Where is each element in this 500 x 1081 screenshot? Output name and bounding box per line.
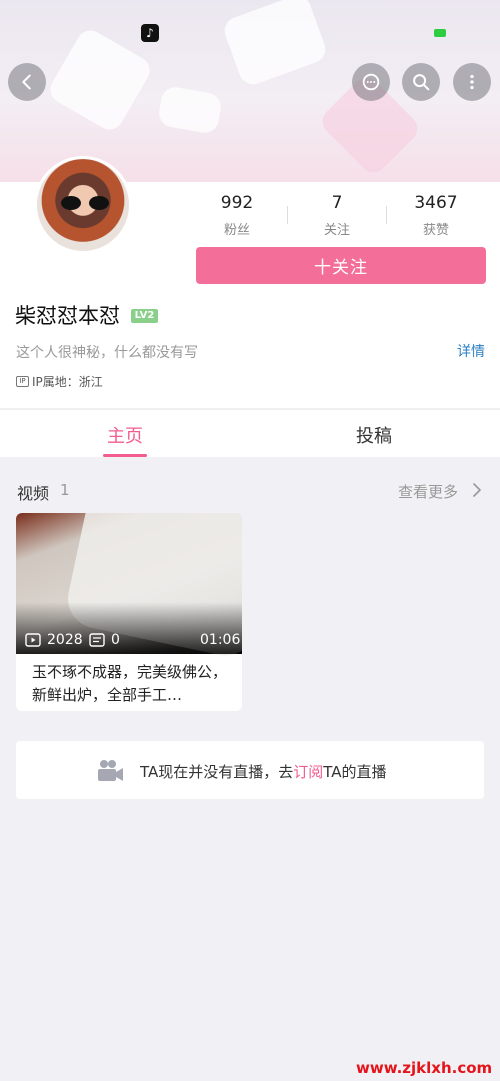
tab-home[interactable]: 主页 <box>107 422 143 448</box>
username: 柴怼怼本怼 <box>15 304 120 328</box>
comment-icon <box>89 633 105 647</box>
battery-icon <box>434 29 446 37</box>
live-prefix: TA现在并没有直播，去 <box>140 763 294 781</box>
videos-section-title: 视频 <box>17 484 50 503</box>
avatar[interactable] <box>34 156 132 254</box>
see-more-link[interactable]: 查看更多 <box>398 481 458 502</box>
stat-likes-label: 获赞 <box>422 223 449 238</box>
tab-submissions[interactable]: 投稿 <box>356 422 392 448</box>
comment-count: 0 <box>89 632 120 648</box>
back-button[interactable] <box>8 63 46 101</box>
more-icon <box>470 74 474 90</box>
banner-decoration <box>156 85 224 135</box>
bio-text: 这个人很神秘，什么都没有写 <box>16 345 198 361</box>
ip-icon: IP <box>16 376 29 387</box>
videos-count: 1 <box>60 481 70 499</box>
video-card[interactable]: 2028 0 01:06 玉不琢不成器，完美级佛公，新鲜出炉，全部手工… <box>16 513 242 711</box>
play-count-icon <box>25 633 41 647</box>
level-badge: LV2 <box>131 309 158 323</box>
stat-following-label: 关注 <box>323 223 350 238</box>
live-suffix: TA的直播 <box>323 763 387 781</box>
stat-likes-count: 3467 <box>414 193 458 213</box>
stat-fans-count: 992 <box>220 193 254 213</box>
watermark-text: www.zjklxh.com <box>356 1059 493 1077</box>
search-button[interactable] <box>402 63 440 101</box>
chat-icon <box>362 73 380 91</box>
video-duration: 01:06 <box>200 632 241 648</box>
play-count: 2028 <box>25 632 83 648</box>
ip-location: IP属地：浙江 <box>32 375 103 389</box>
camera-icon <box>98 760 123 781</box>
avatar-glasses <box>59 196 111 210</box>
stat-fans-label: 粉丝 <box>223 223 250 238</box>
stat-likes[interactable]: 3467 获赞 <box>386 193 486 238</box>
more-button[interactable] <box>453 63 491 101</box>
search-icon <box>413 74 430 91</box>
banner-decoration <box>220 0 330 89</box>
active-tab-indicator <box>103 454 147 457</box>
video-title: 玉不琢不成器，完美级佛公，新鲜出炉，全部手工… <box>32 663 228 704</box>
stat-following[interactable]: 7 关注 <box>287 193 387 238</box>
play-count-value: 2028 <box>47 632 83 648</box>
subscribe-link[interactable]: 订阅 <box>293 763 323 781</box>
message-button[interactable] <box>352 63 390 101</box>
profile-tabs: 主页 投稿 <box>0 409 500 457</box>
follow-button[interactable]: 十关注 <box>196 247 486 284</box>
banner-decoration <box>45 25 155 135</box>
live-status-text: TA现在并没有直播，去订阅TA的直播 <box>140 761 387 782</box>
stat-following-count: 7 <box>331 193 343 213</box>
stat-fans[interactable]: 992 粉丝 <box>187 193 287 238</box>
detail-link[interactable]: 详情 <box>457 341 485 361</box>
comment-count-value: 0 <box>111 632 120 648</box>
live-status-box: TA现在并没有直播，去订阅TA的直播 <box>16 741 484 799</box>
back-icon <box>22 74 31 90</box>
tiktok-icon: ♪ <box>141 24 159 42</box>
chevron-right-icon[interactable] <box>470 483 484 497</box>
